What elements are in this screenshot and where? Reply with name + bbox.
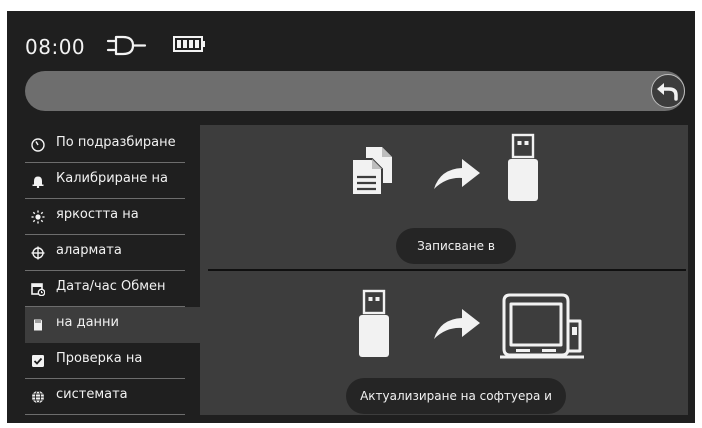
bell-icon [32,176,44,188]
device-screen: 08:00 По подразбиране Калибриране на ярк… [7,11,695,423]
checkbox-icon [32,355,44,367]
sidebar-item-label: яркостта на [56,207,139,222]
sidebar-item-system[interactable]: системата [25,379,185,415]
sidebar-item-default[interactable]: По подразбиране [25,127,185,163]
battery-icon [173,36,205,52]
data-exchange-panel: Записване в Актуализиране на софтуера и [200,125,688,415]
sidebar-item-system-check[interactable]: Проверка на [25,343,185,379]
sidebar-item-date-time[interactable]: Дата/час Обмен [25,271,185,307]
search-bar[interactable] [25,71,685,111]
arrow-right-icon [434,159,480,189]
sidebar-item-label: Калибриране на [56,171,168,186]
globe-icon [32,390,44,404]
sidebar-item-data-exchange[interactable]: на данни [25,307,221,343]
save-to-usb-button[interactable]: Записване в [396,228,516,264]
update-software-button[interactable]: Актуализиране на софтуера и [346,378,566,414]
sidebar-item-label: По подразбиране [56,135,176,150]
sidebar-item-label: алармата [56,243,122,258]
sidebar-item-label: на данни [56,315,120,330]
sidebar-item-label: Дата/час Обмен [56,279,166,294]
sd-card-icon [34,319,42,331]
monitor-device-icon [500,293,584,359]
sidebar-item-calibration[interactable]: Калибриране на [25,163,185,199]
gauge-icon [31,138,45,152]
arrow-right-icon [434,309,480,339]
sidebar-item-brightness[interactable]: яркостта на [25,199,185,235]
clock-time: 08:00 [25,35,86,59]
brightness-icon [31,210,45,224]
crosshair-icon [31,246,45,260]
plug-icon [106,35,147,56]
calendar-clock-icon [31,283,45,296]
usb-stick-icon [508,133,538,201]
usb-stick-icon [359,289,389,357]
sidebar-item-label: системата [56,387,128,402]
back-arrow-icon [657,83,678,101]
sidebar-item-alarm[interactable]: алармата [25,235,185,271]
section-divider [208,269,686,271]
sidebar-item-label: Проверка на [56,351,143,366]
documents-icon [351,147,392,196]
back-button[interactable] [651,74,685,108]
